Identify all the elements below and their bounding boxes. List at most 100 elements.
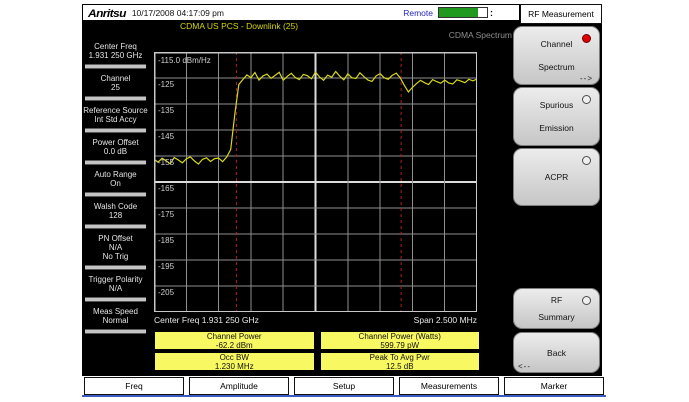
setting-value: N/A bbox=[108, 243, 123, 252]
separator bbox=[85, 96, 146, 101]
softkey-label: Summary bbox=[538, 311, 575, 322]
datetime-label: 10/17/2008 04:17:09 pm bbox=[131, 7, 224, 18]
setting-value: 1.931 250 GHz bbox=[88, 51, 143, 60]
sidebar-item-center-freq: Center Freq 1.931 250 GHz bbox=[83, 40, 148, 62]
y-axis-tick-label: -175 bbox=[158, 210, 175, 219]
radio-indicator bbox=[582, 34, 591, 43]
radio-indicator bbox=[582, 156, 591, 165]
separator bbox=[85, 297, 146, 302]
bottom-menu-bar: Freq Amplitude Setup Measurements Marker bbox=[82, 376, 606, 397]
separator bbox=[85, 192, 146, 197]
y-axis-tick-label: -135 bbox=[158, 106, 175, 115]
separator bbox=[85, 64, 146, 69]
y-axis-top-label: -115.0 dBm/Hz bbox=[158, 56, 211, 65]
softkey-back[interactable]: Back <-- bbox=[513, 332, 600, 373]
separator bbox=[85, 265, 146, 270]
y-axis-tick-label: -195 bbox=[158, 262, 175, 271]
separator bbox=[85, 160, 146, 165]
result-value: 1.230 MHz bbox=[214, 361, 254, 371]
setting-label: Channel bbox=[100, 74, 131, 83]
softkey-label: Spurious bbox=[539, 100, 574, 111]
radio-indicator bbox=[582, 95, 591, 104]
softkey-rf-summary[interactable]: RF Summary bbox=[513, 288, 600, 329]
results-table: Channel Power -62.2 dBm Channel Power (W… bbox=[154, 331, 480, 371]
table-cell-channel-power: Channel Power -62.2 dBm bbox=[154, 331, 315, 350]
table-cell-peak-to-avg: Peak To Avg Pwr 12.5 dB bbox=[319, 352, 480, 371]
separator bbox=[85, 224, 146, 229]
rf-measurement-title: RF Measurement bbox=[520, 4, 602, 24]
setting-label: Center Freq bbox=[94, 42, 137, 51]
remote-colon: : bbox=[490, 7, 493, 18]
radio-indicator bbox=[582, 296, 591, 305]
page: Anritsu 10/17/2008 04:17:09 pm Remote : … bbox=[0, 0, 689, 402]
sidebar-item-reference-source: Reference Source Int Std Accy bbox=[83, 104, 148, 126]
sidebar-item-trigger-polarity: Trigger Polarity N/A bbox=[83, 273, 148, 295]
remote-indicator bbox=[438, 7, 488, 18]
sidebar-item-channel: Channel 25 bbox=[83, 72, 148, 94]
settings-sidebar: Center Freq 1.931 250 GHz Channel 25 Ref… bbox=[83, 40, 148, 337]
measurement-title: CDMA US PCS - Downlink (25) bbox=[180, 21, 299, 31]
softkey-spurious-emission[interactable]: Spurious Emission bbox=[513, 87, 600, 146]
y-axis-tick-label: -185 bbox=[158, 236, 175, 245]
softkey-label: Spectrum bbox=[538, 61, 575, 72]
setting-label: PN Offset bbox=[98, 234, 133, 243]
setting-label: Power Offset bbox=[92, 138, 139, 147]
softkey-label: RF bbox=[550, 295, 563, 306]
anritsu-logo: Anritsu bbox=[88, 5, 126, 20]
setting-value: 25 bbox=[111, 83, 120, 92]
top-status-bar: Anritsu 10/17/2008 04:17:09 pm Remote : bbox=[82, 4, 520, 21]
y-axis-tick-label: -145 bbox=[158, 132, 175, 141]
remote-label: Remote bbox=[403, 7, 433, 18]
separator bbox=[85, 329, 146, 334]
setting-value: 128 bbox=[108, 211, 123, 220]
mode-label: CDMA Spectrum bbox=[448, 30, 512, 40]
more-arrow-icon: --> bbox=[580, 74, 593, 83]
frequency-axis-line: Center Freq 1.931 250 GHz Span 2.500 MHz bbox=[154, 315, 477, 325]
separator bbox=[85, 128, 146, 133]
result-value: 599.79 pW bbox=[380, 340, 420, 350]
softkey-label: Channel bbox=[540, 39, 573, 50]
tab-setup[interactable]: Setup bbox=[294, 377, 394, 395]
softkey-channel-spectrum[interactable]: Channel Spectrum --> bbox=[513, 26, 600, 85]
span-label: Span 2.500 MHz bbox=[413, 315, 477, 325]
sidebar-item-meas-speed: Meas Speed Normal bbox=[83, 305, 148, 327]
setting-label: Meas Speed bbox=[93, 307, 138, 316]
setting-value: N/A bbox=[108, 284, 123, 293]
setting-value: Int Std Accy bbox=[94, 115, 137, 124]
setting-label: Auto Range bbox=[94, 170, 137, 179]
setting-extra: No Trig bbox=[102, 252, 129, 261]
setting-value: 0.0 dB bbox=[103, 147, 128, 156]
table-cell-occ-bw: Occ BW 1.230 MHz bbox=[154, 352, 315, 371]
table-cell-channel-power-watts: Channel Power (Watts) 599.79 pW bbox=[319, 331, 480, 350]
result-label: Channel Power bbox=[206, 331, 262, 341]
setting-value: On bbox=[110, 179, 121, 188]
setting-label: Trigger Polarity bbox=[88, 275, 143, 284]
softkey-label: ACPR bbox=[544, 172, 569, 182]
sidebar-item-walsh-code: Walsh Code 128 bbox=[83, 200, 148, 222]
analyzer-screen: Anritsu 10/17/2008 04:17:09 pm Remote : … bbox=[82, 4, 606, 397]
setting-label: Reference Source bbox=[83, 106, 148, 115]
result-label: Peak To Avg Pwr bbox=[369, 352, 430, 362]
softkey-label: Emission bbox=[539, 122, 574, 133]
result-value: 12.5 dB bbox=[385, 361, 414, 371]
spectrum-plot: -115.0 dBm/Hz -125 -135 -145 -155 -165 -175 -18… bbox=[154, 52, 477, 312]
sidebar-item-pn-offset: PN Offset N/A No Trig bbox=[83, 232, 148, 263]
setting-label: Walsh Code bbox=[93, 202, 138, 211]
setting-value: Normal bbox=[102, 316, 129, 325]
tab-freq[interactable]: Freq bbox=[84, 377, 184, 395]
softkey-acpr[interactable]: ACPR bbox=[513, 148, 600, 206]
softkey-label: Back bbox=[547, 347, 566, 358]
remote-indicator-fill bbox=[439, 8, 479, 17]
y-axis-tick-label: -165 bbox=[158, 184, 175, 193]
sidebar-item-power-offset: Power Offset 0.0 dB bbox=[83, 136, 148, 158]
y-axis-tick-label: -125 bbox=[158, 80, 175, 89]
y-axis-tick-label: -155 bbox=[158, 158, 175, 167]
tab-measurements[interactable]: Measurements bbox=[399, 377, 499, 395]
result-value: -62.2 dBm bbox=[215, 340, 253, 350]
result-label: Channel Power (Watts) bbox=[358, 331, 441, 341]
back-arrow-icon: <-- bbox=[518, 362, 531, 371]
tab-amplitude[interactable]: Amplitude bbox=[189, 377, 289, 395]
tab-marker[interactable]: Marker bbox=[504, 377, 604, 395]
center-freq-label: Center Freq 1.931 250 GHz bbox=[154, 315, 259, 325]
sidebar-item-auto-range: Auto Range On bbox=[83, 168, 148, 190]
